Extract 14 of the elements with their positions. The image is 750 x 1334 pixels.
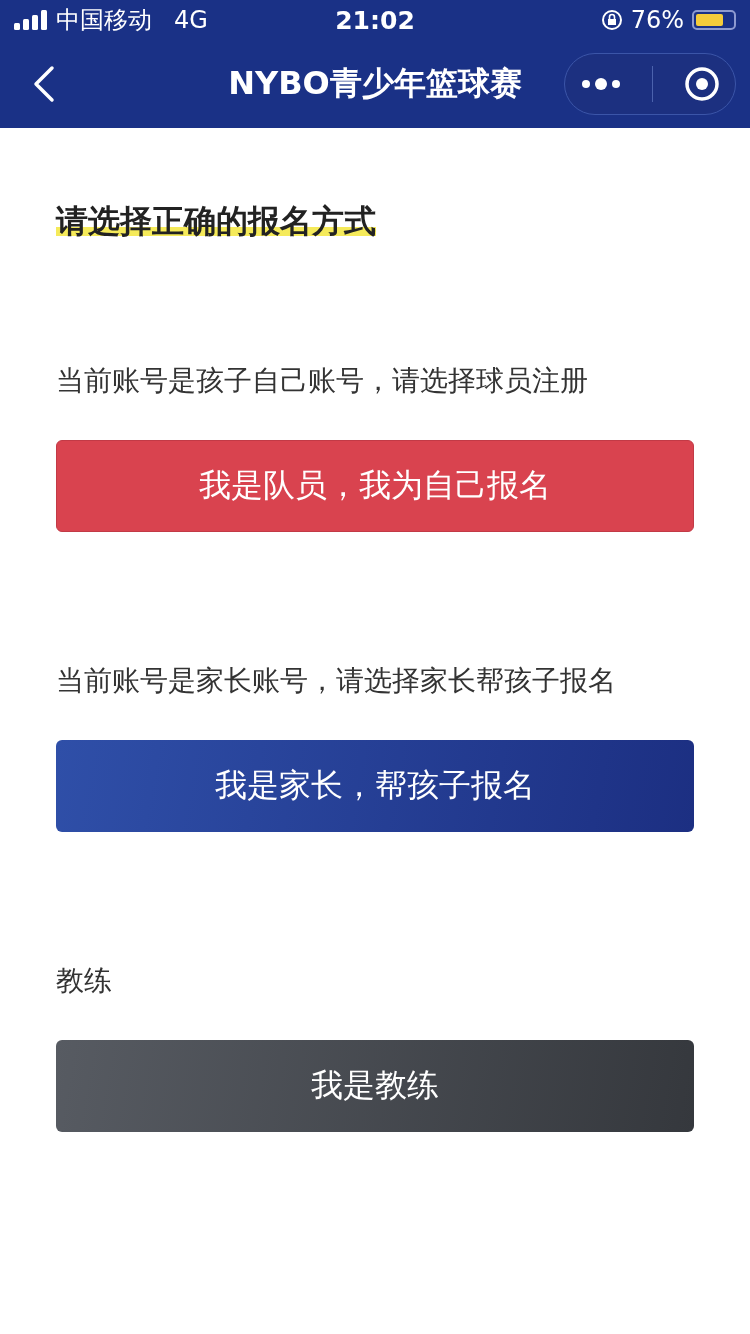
- register-button[interactable]: 我是家长，帮孩子报名: [56, 740, 694, 832]
- signal-icon: [14, 10, 48, 30]
- register-button[interactable]: 我是队员，我为自己报名: [56, 440, 694, 532]
- more-icon[interactable]: [580, 77, 621, 91]
- option-prompt: 当前账号是孩子自己账号，请选择球员注册: [56, 363, 589, 399]
- clock: 21:02: [335, 5, 415, 35]
- page-title: NYBO青少年篮球赛: [228, 64, 522, 102]
- carrier-name: 中国移动: [56, 5, 152, 36]
- option-prompt: 当前账号是家长账号，请选择家长帮孩子报名: [56, 663, 617, 699]
- option-prompt: 教练: [56, 963, 113, 999]
- battery-percent: 76%: [630, 6, 684, 34]
- network-type: 4G: [174, 6, 208, 34]
- register-button[interactable]: 我是教练: [56, 1040, 694, 1132]
- rotation-lock-icon: [600, 9, 623, 31]
